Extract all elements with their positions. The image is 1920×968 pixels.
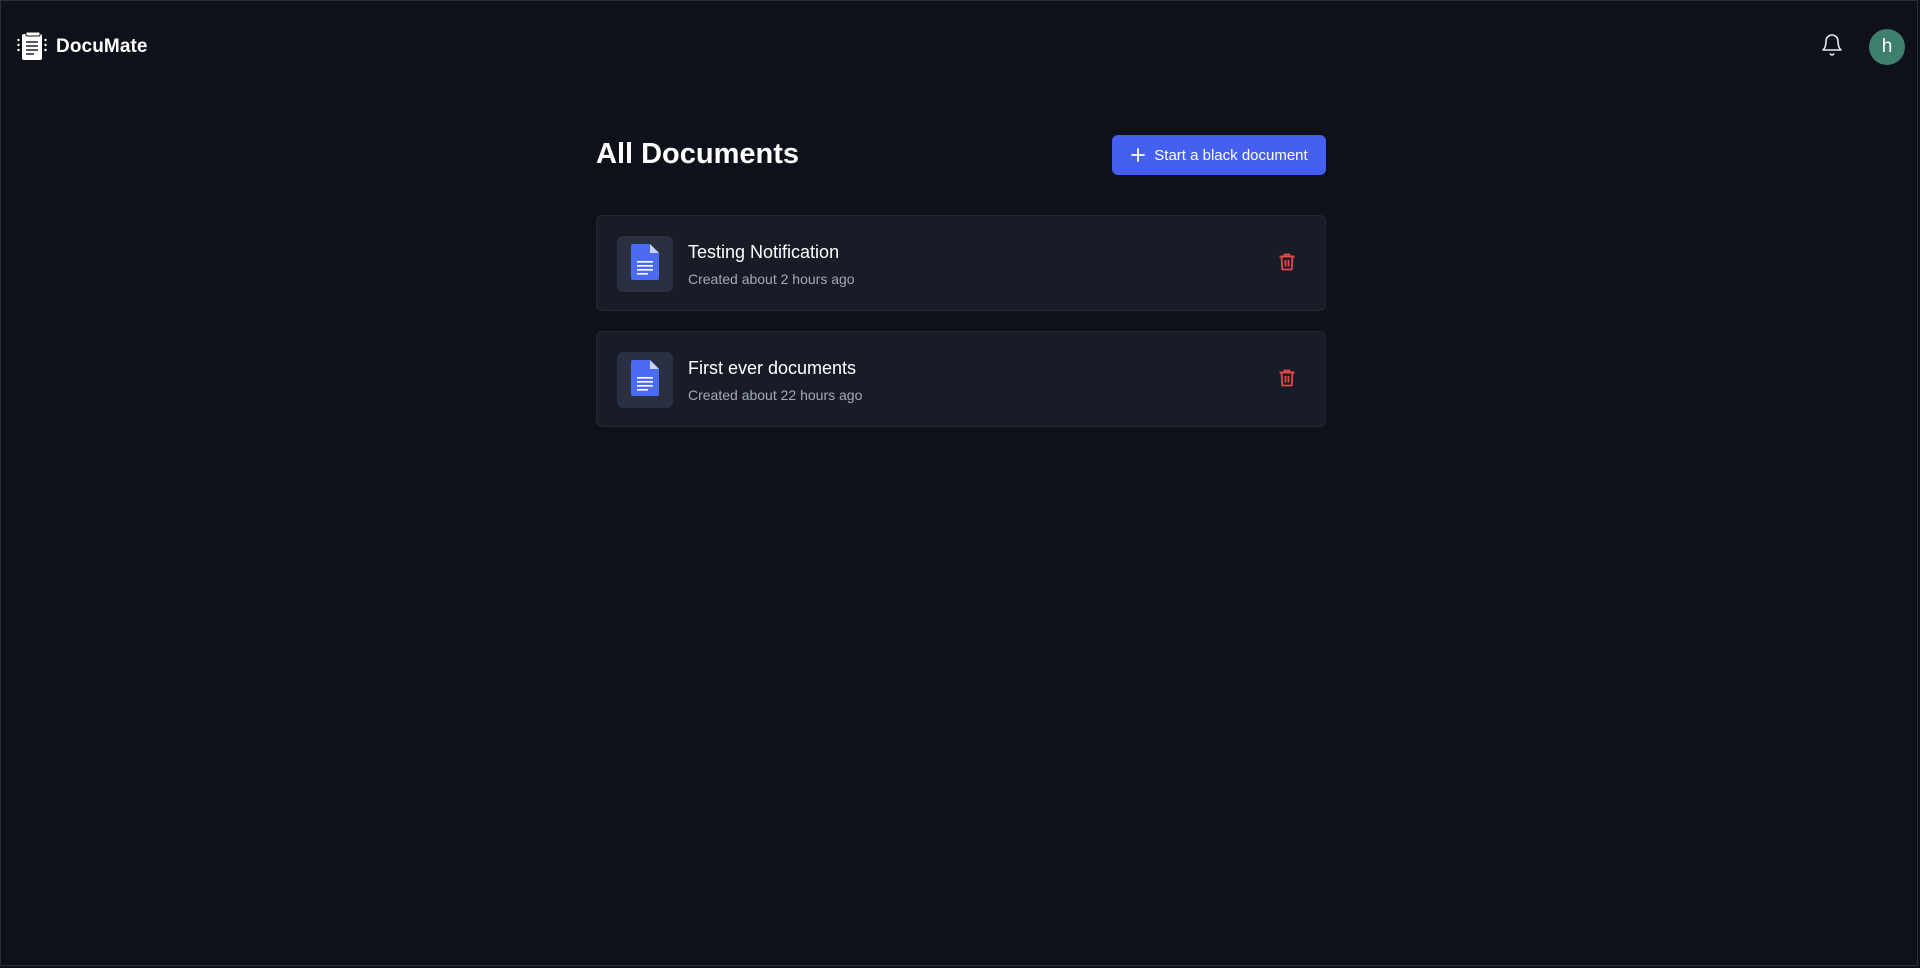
document-icon bbox=[631, 243, 659, 285]
brand[interactable]: DocuMate bbox=[16, 31, 148, 63]
document-title: First ever documents bbox=[688, 358, 857, 378]
title-row: All Documents Start a black document bbox=[596, 135, 1326, 175]
app-name: DocuMate bbox=[56, 36, 148, 57]
app-window: DocuMate h All Documents Start a black d… bbox=[0, 0, 1918, 966]
trash-icon bbox=[1279, 253, 1295, 276]
document-thumbnail bbox=[617, 236, 673, 292]
document-created: Created about 2 hours ago bbox=[688, 271, 855, 287]
notifications-button[interactable] bbox=[1819, 33, 1845, 62]
document-icon bbox=[631, 359, 659, 401]
delete-document-button[interactable] bbox=[1277, 253, 1297, 276]
document-thumbnail bbox=[617, 352, 673, 408]
document-card[interactable]: First ever documents Created about 22 ho… bbox=[596, 331, 1326, 427]
document-card[interactable]: Testing Notification Created about 2 hou… bbox=[596, 215, 1326, 311]
plus-icon bbox=[1130, 147, 1146, 163]
document-list: Testing Notification Created about 2 hou… bbox=[596, 215, 1326, 447]
page-title: All Documents bbox=[596, 138, 800, 170]
trash-icon bbox=[1279, 369, 1295, 392]
top-navbar: DocuMate h bbox=[1, 1, 1917, 91]
documate-logo-icon bbox=[16, 31, 48, 63]
bell-icon bbox=[1820, 33, 1844, 62]
delete-document-button[interactable] bbox=[1277, 369, 1297, 392]
document-title: Testing Notification bbox=[688, 242, 840, 262]
document-created: Created about 22 hours ago bbox=[688, 387, 863, 403]
user-avatar[interactable]: h bbox=[1869, 29, 1905, 65]
documents-section: All Documents Start a black document Tes… bbox=[596, 135, 1326, 427]
avatar-initial: h bbox=[1881, 36, 1893, 57]
start-blank-document-label: Start a black document bbox=[1154, 146, 1308, 164]
start-blank-document-button[interactable]: Start a black document bbox=[1112, 135, 1326, 175]
